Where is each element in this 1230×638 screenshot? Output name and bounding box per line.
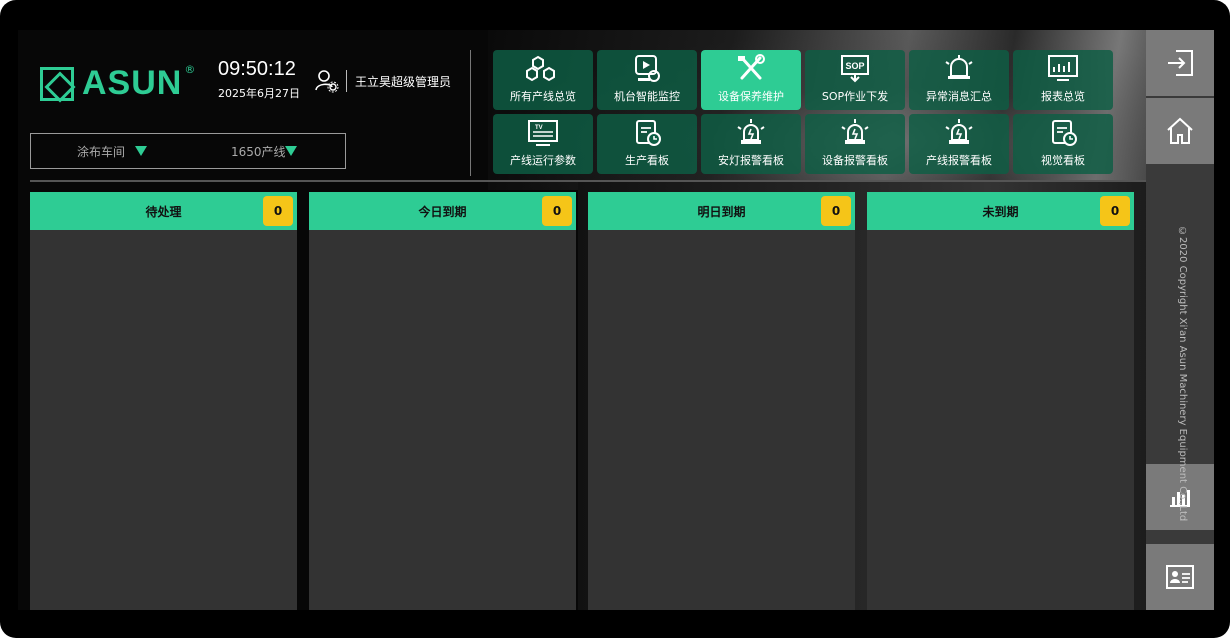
dropdown-arrow-icon: [285, 146, 298, 156]
column-title: 今日到期: [418, 204, 467, 219]
clipboard-clock-icon: [636, 120, 661, 146]
nav-equipment-alarm-board[interactable]: 设备报警看板: [805, 114, 905, 174]
workshop-value: 涂布车间: [77, 144, 126, 159]
nav-label: 设备保养维护: [718, 90, 784, 103]
nav-sop-dispatch[interactable]: SOP SOP作业下发: [805, 50, 905, 110]
user-name: 王立昊超级管理员: [355, 74, 452, 89]
sop-icon: SOP: [841, 55, 869, 83]
line-value: 1650产线: [231, 144, 286, 159]
column-header[interactable]: 未到期 0: [867, 192, 1134, 230]
nav-equipment-maintenance[interactable]: 设备保养维护: [701, 50, 801, 110]
user-separator: [346, 70, 347, 92]
logout-button[interactable]: [1146, 30, 1214, 96]
main-nav: 所有产线总览 机台智能监控 设备保养维护 SOP SOP作业下发 异常消息汇总 …: [493, 50, 1113, 174]
clock: 09:50:12 2025年6月27日: [218, 58, 300, 101]
column-title: 明日到期: [697, 204, 746, 219]
id-card-icon: [1166, 565, 1194, 589]
device-frame: ASUN ® 09:50:12 2025年6月27日 王立昊超级管理员 涂布车间: [0, 0, 1230, 638]
nav-report-overview[interactable]: 报表总览: [1013, 50, 1113, 110]
nav-machine-monitoring[interactable]: 机台智能监控: [597, 50, 697, 110]
clock-time: 09:50:12: [218, 58, 296, 80]
brand-logo: ASUN ®: [40, 63, 196, 103]
nav-line-alarm-board[interactable]: 产线报警看板: [909, 114, 1009, 174]
line-selector: 涂布车间 1650产线: [30, 133, 346, 169]
nav-label: 安灯报警看板: [718, 154, 784, 167]
column-due-tomorrow: 明日到期 0: [588, 192, 855, 610]
column-not-due: 未到期 0: [867, 192, 1134, 610]
count-badge: 0: [263, 196, 293, 226]
nav-label: 异常消息汇总: [926, 90, 992, 103]
column-header[interactable]: 明日到期 0: [588, 192, 855, 230]
workshop-dropdown[interactable]: 涂布车间: [77, 143, 148, 160]
copyright-text: ©2020 Copyright Xi'an Asun Machinery Equ…: [1177, 226, 1188, 522]
nav-label: 视觉看板: [1041, 154, 1085, 167]
nav-label: 产线报警看板: [926, 154, 992, 167]
tools-icon: [738, 54, 765, 80]
user-info[interactable]: 王立昊超级管理员: [314, 68, 451, 94]
column-header[interactable]: 待处理 0: [30, 192, 297, 230]
cubes-icon: [526, 55, 555, 82]
nav-vision-board[interactable]: 视觉看板: [1013, 114, 1113, 174]
registered-mark: ®: [184, 63, 196, 76]
line-dropdown[interactable]: 1650产线: [231, 143, 298, 160]
home-button[interactable]: [1146, 98, 1214, 164]
nav-production-board[interactable]: 生产看板: [597, 114, 697, 174]
user-settings-icon[interactable]: [314, 68, 340, 94]
tv-icon: TV: [528, 120, 558, 146]
count-badge: 0: [1100, 196, 1130, 226]
app-screen: ASUN ® 09:50:12 2025年6月27日 王立昊超级管理员 涂布车间: [18, 30, 1214, 610]
count-badge: 0: [821, 196, 851, 226]
svg-text:TV: TV: [535, 125, 543, 131]
nav-exception-summary[interactable]: 异常消息汇总: [909, 50, 1009, 110]
nav-label: 报表总览: [1041, 90, 1085, 103]
column-title: 未到期: [982, 204, 1019, 219]
alarm-light-icon: [945, 119, 973, 144]
nav-label: SOP作业下发: [821, 90, 889, 103]
home-icon: [1167, 117, 1193, 144]
clock-date: 2025年6月27日: [218, 87, 300, 100]
nav-all-lines-overview[interactable]: 所有产线总览: [493, 50, 593, 110]
nav-label: 产线运行参数: [510, 154, 576, 167]
logo-icon: [40, 66, 74, 101]
nav-label: 所有产线总览: [510, 90, 576, 103]
count-badge: 0: [542, 196, 572, 226]
nav-label: 生产看板: [625, 154, 669, 167]
column-pending: 待处理 0: [30, 192, 297, 610]
brand-name: ASUN: [82, 64, 183, 102]
dropdown-arrow-icon: [135, 146, 148, 156]
svg-text:SOP: SOP: [845, 61, 864, 71]
nav-line-parameters[interactable]: TV 产线运行参数: [493, 114, 593, 174]
alarm-light-icon: [737, 119, 765, 144]
nav-label: 机台智能监控: [614, 90, 680, 103]
logout-icon: [1168, 50, 1193, 76]
nav-andon-alarm-board[interactable]: 安灯报警看板: [701, 114, 801, 174]
report-chart-icon: [1048, 55, 1078, 81]
profile-button[interactable]: [1146, 544, 1214, 610]
bell-icon: [945, 55, 973, 79]
column-due-today: 今日到期 0: [309, 192, 576, 610]
header-divider: [470, 50, 471, 176]
column-title: 待处理: [145, 204, 182, 219]
column-header[interactable]: 今日到期 0: [309, 192, 576, 230]
clipboard-clock-icon: [1052, 120, 1077, 146]
header-bottom-divider: [30, 180, 1164, 182]
alarm-light-icon: [841, 119, 869, 144]
nav-label: 设备报警看板: [822, 154, 888, 167]
video-camera-icon: [635, 55, 660, 82]
